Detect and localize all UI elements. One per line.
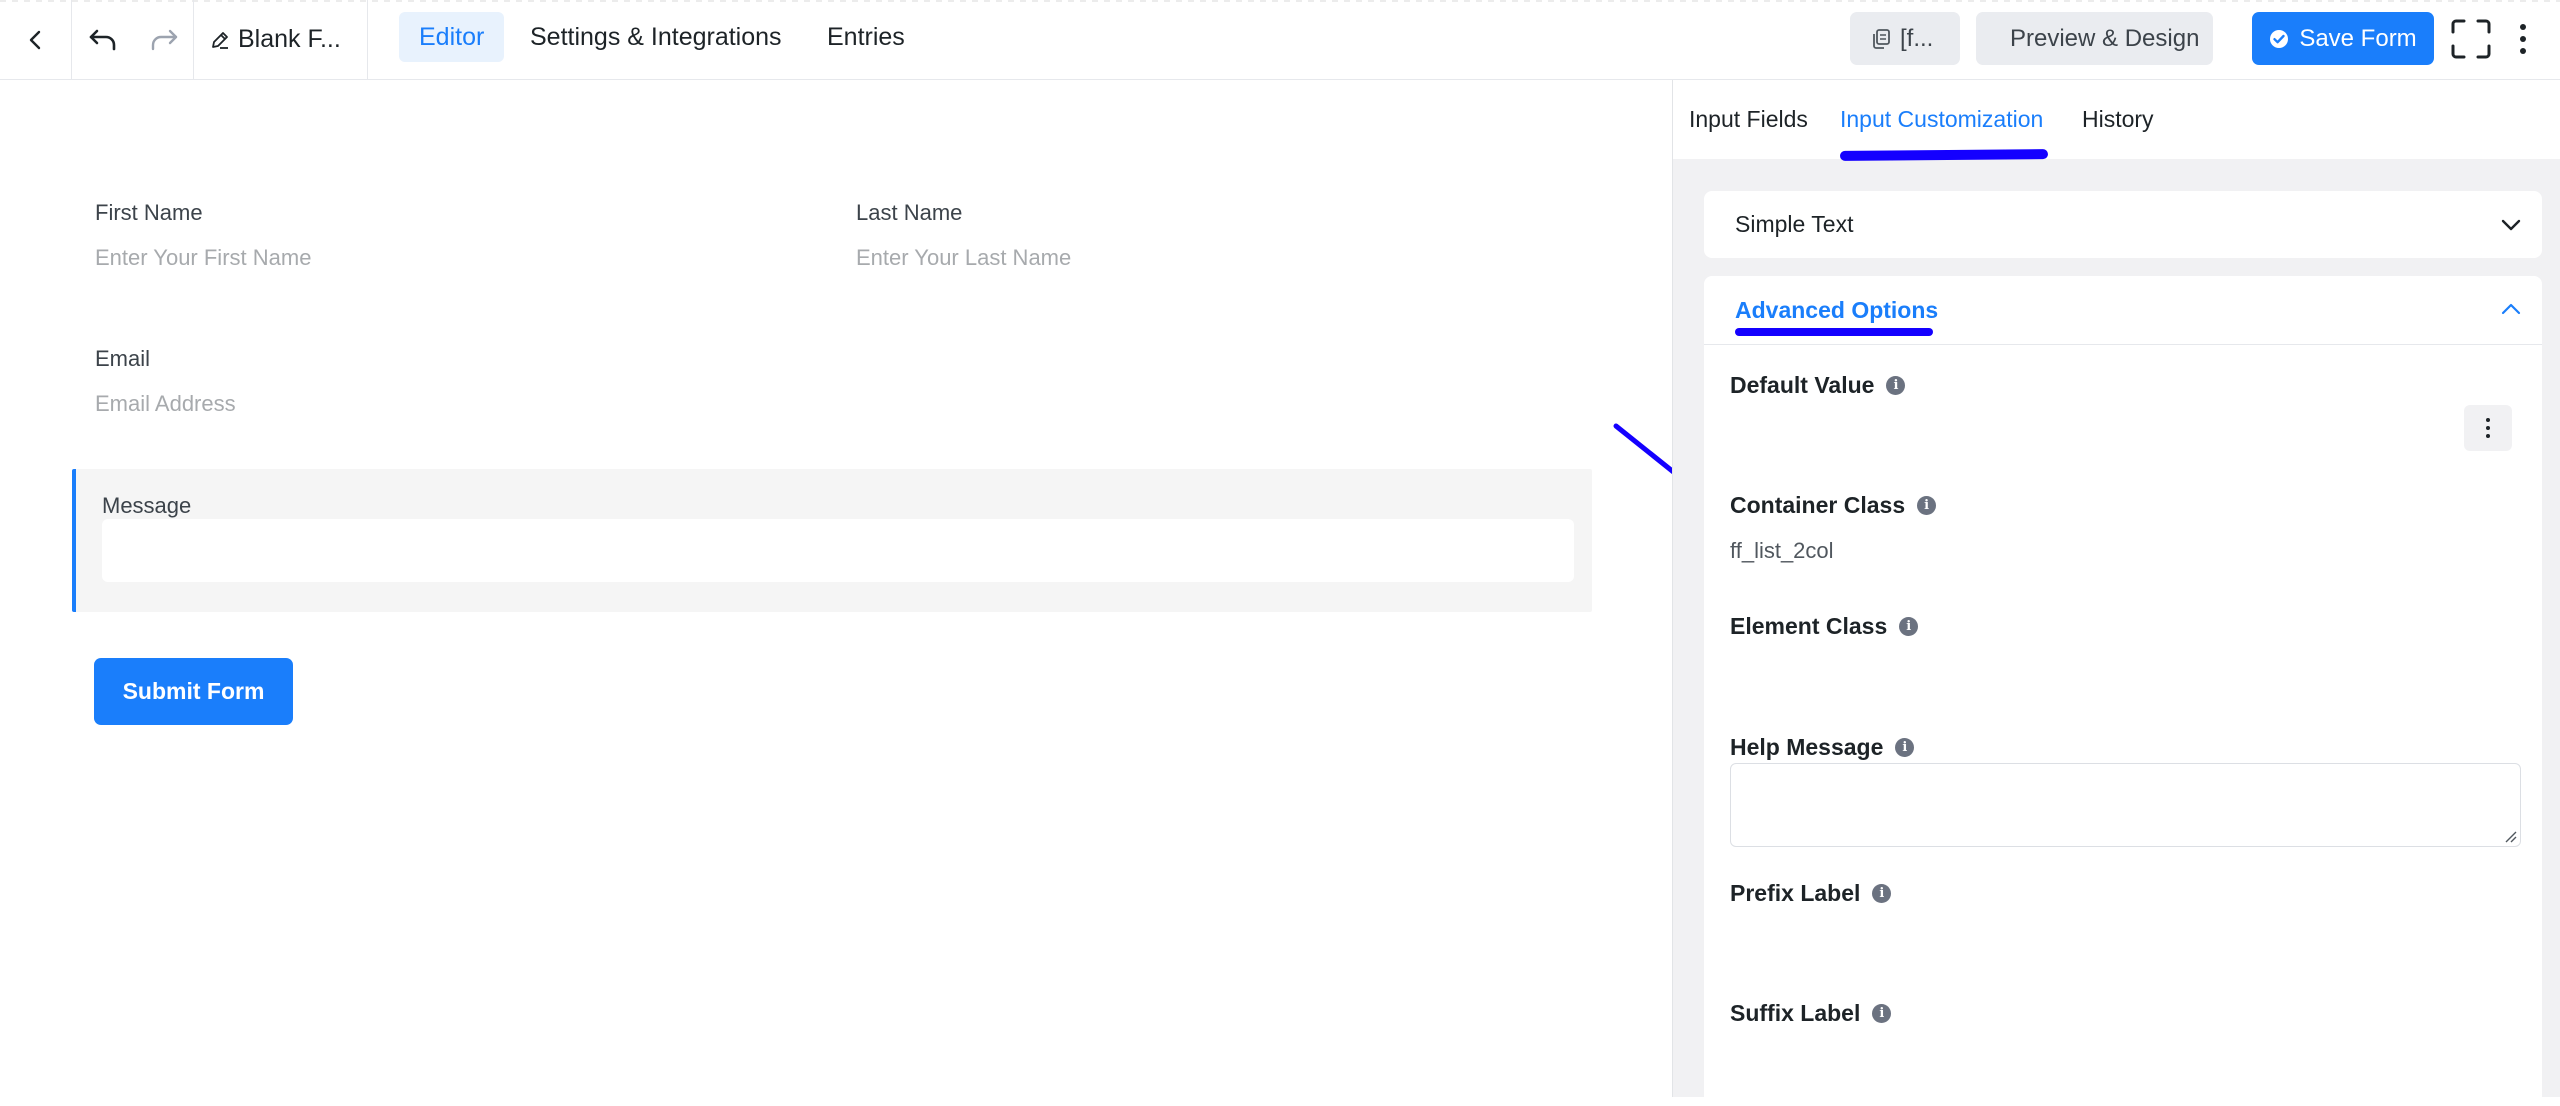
kebab-dot bbox=[2486, 426, 2490, 430]
back-button[interactable] bbox=[0, 0, 72, 79]
form-editor-canvas: First Name Enter Your First Name Last Na… bbox=[0, 80, 1672, 1097]
info-icon[interactable]: i bbox=[1895, 738, 1915, 757]
email-label: Email bbox=[95, 346, 151, 371]
fullscreen-icon bbox=[2451, 19, 2491, 59]
help-message-text: Help Message bbox=[1730, 734, 1884, 760]
suffix-label-label: Suffix Label i bbox=[1730, 1000, 1892, 1027]
advanced-options-title: Advanced Options bbox=[1735, 297, 1939, 323]
fullscreen-button[interactable] bbox=[2450, 18, 2492, 60]
element-class-label: Element Class i bbox=[1730, 613, 1919, 640]
preview-design-button[interactable]: Preview & Design bbox=[1976, 12, 2213, 65]
chevron-down-icon bbox=[2501, 219, 2521, 231]
message-field-selected[interactable]: Message bbox=[72, 469, 1592, 612]
info-icon[interactable]: i bbox=[1886, 376, 1906, 395]
form-title[interactable]: Blank F... bbox=[194, 0, 368, 79]
simple-text-section[interactable]: Simple Text bbox=[1704, 191, 2542, 258]
form-title-text: Blank F... bbox=[238, 25, 341, 53]
message-input[interactable] bbox=[102, 519, 1574, 582]
shortcode-label: [f... bbox=[1900, 24, 1934, 52]
prefix-label-text: Prefix Label bbox=[1730, 880, 1861, 906]
shortcode-icon bbox=[1873, 28, 1890, 49]
prefix-label-label: Prefix Label i bbox=[1730, 880, 1892, 907]
tab-input-fields[interactable]: Input Fields bbox=[1689, 106, 1808, 133]
tab-settings-integrations[interactable]: Settings & Integrations bbox=[510, 12, 802, 62]
suffix-label-text: Suffix Label bbox=[1730, 1000, 1861, 1026]
redo-icon bbox=[151, 29, 177, 50]
default-value-text: Default Value bbox=[1730, 372, 1875, 398]
chevron-left-icon bbox=[29, 30, 40, 49]
help-message-textarea[interactable] bbox=[1730, 763, 2521, 847]
undo-icon bbox=[89, 29, 116, 50]
save-form-button[interactable]: Save Form bbox=[2252, 12, 2434, 65]
kebab-dot bbox=[2520, 48, 2526, 54]
last-name-label: Last Name bbox=[856, 200, 963, 225]
tab-input-customization[interactable]: Input Customization bbox=[1840, 106, 2043, 133]
pencil-icon bbox=[212, 31, 228, 49]
info-icon[interactable]: i bbox=[1872, 1004, 1892, 1023]
email-input[interactable]: Email Address bbox=[95, 391, 236, 417]
annotation-underline bbox=[1839, 149, 2049, 161]
tab-editor[interactable]: Editor bbox=[399, 12, 505, 62]
container-class-label: Container Class i bbox=[1730, 492, 1937, 519]
shortcode-button[interactable]: [f... bbox=[1850, 12, 1960, 65]
more-options-button[interactable] bbox=[2508, 18, 2538, 60]
preview-label: Preview & Design bbox=[2010, 24, 2200, 52]
element-class-text: Element Class bbox=[1730, 613, 1888, 639]
help-message-label: Help Message i bbox=[1730, 734, 1915, 761]
first-name-input[interactable]: Enter Your First Name bbox=[95, 245, 311, 271]
info-icon[interactable]: i bbox=[1899, 617, 1919, 636]
last-name-input[interactable]: Enter Your Last Name bbox=[856, 245, 1071, 271]
top-bar: Blank F... Editor Settings & Integration… bbox=[0, 0, 2560, 80]
advanced-options-header[interactable]: Advanced Options bbox=[1704, 276, 2542, 345]
default-value-options-button[interactable] bbox=[2464, 405, 2512, 451]
default-value-label: Default Value i bbox=[1730, 372, 1906, 399]
submit-form-button[interactable]: Submit Form bbox=[94, 658, 293, 725]
resize-handle-icon[interactable] bbox=[2503, 829, 2517, 843]
settings-panel: Input Fields Input Customization History… bbox=[1672, 80, 2560, 1106]
kebab-dot bbox=[2486, 418, 2490, 422]
message-label: Message bbox=[102, 493, 192, 518]
check-circle-icon bbox=[2270, 29, 2289, 48]
kebab-dot bbox=[2486, 434, 2490, 438]
chevron-up-icon bbox=[2501, 303, 2521, 315]
simple-text-title: Simple Text bbox=[1735, 211, 1854, 237]
container-class-input[interactable]: ff_list_2col bbox=[1730, 538, 1834, 564]
tab-entries[interactable]: Entries bbox=[807, 12, 925, 62]
annotation-underline bbox=[1735, 328, 1933, 336]
undo-button[interactable] bbox=[72, 0, 134, 79]
redo-button[interactable] bbox=[134, 0, 194, 79]
info-icon[interactable]: i bbox=[1872, 884, 1892, 903]
container-class-text: Container Class bbox=[1730, 492, 1906, 518]
advanced-options-section: Advanced Options Default Value i Contain… bbox=[1704, 276, 2542, 1106]
panel-tabs: Input Fields Input Customization History bbox=[1673, 80, 2560, 161]
first-name-label: First Name bbox=[95, 200, 203, 225]
tab-history[interactable]: History bbox=[2082, 106, 2154, 133]
info-icon[interactable]: i bbox=[1917, 496, 1937, 515]
save-label: Save Form bbox=[2299, 24, 2417, 52]
kebab-dot bbox=[2520, 24, 2526, 30]
kebab-dot bbox=[2520, 36, 2526, 42]
